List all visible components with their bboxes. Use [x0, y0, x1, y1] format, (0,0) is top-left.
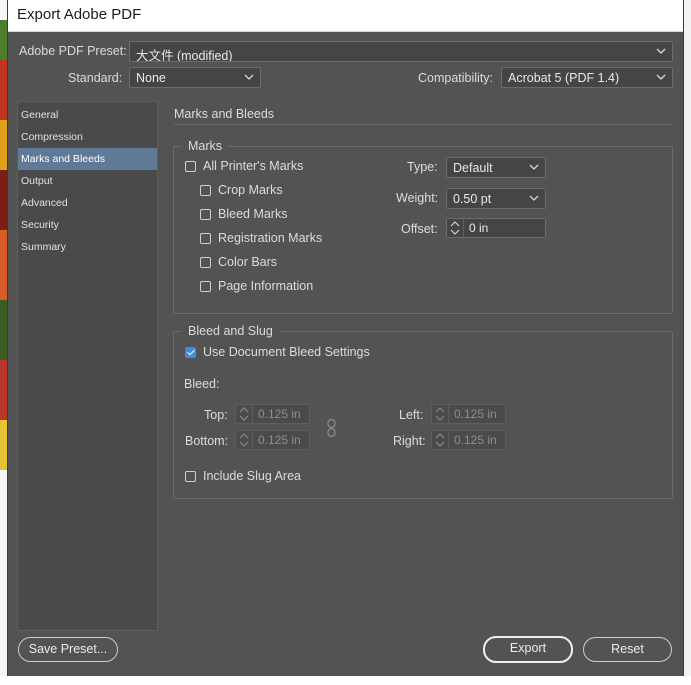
bleed-slug-group-title: Bleed and Slug [182, 324, 279, 338]
sidebar-item-compression[interactable]: Compression [18, 126, 157, 148]
all-printers-marks-checkbox[interactable] [185, 161, 196, 172]
standard-label: Standard: [68, 71, 123, 85]
bleed-label: Bleed: [184, 377, 220, 391]
chevron-down-icon [529, 164, 539, 170]
stepper-arrows-icon [239, 405, 253, 423]
window-title: Export Adobe PDF [17, 6, 142, 23]
background-artwork [0, 0, 8, 685]
standard-value: None [136, 71, 166, 85]
right-label: Right: [393, 434, 426, 448]
type-value: Default [453, 161, 493, 175]
stepper-arrows-icon[interactable] [447, 219, 464, 237]
preset-label: Adobe PDF Preset: [19, 44, 127, 58]
bleed-marks-checkbox[interactable] [200, 209, 211, 220]
bottom-stepper[interactable]: 0.125 in [235, 430, 310, 450]
marks-group-title: Marks [182, 139, 229, 153]
export-pdf-dialog: Export Adobe PDF Adobe PDF Preset: 大文件 (… [8, 0, 683, 685]
page-information-checkbox[interactable] [200, 281, 211, 292]
export-button[interactable]: Export [483, 636, 573, 663]
all-printers-marks-label: All Printer's Marks [203, 159, 304, 173]
use-document-bleed-checkbox[interactable] [185, 347, 196, 358]
sidebar-item-summary[interactable]: Summary [18, 236, 157, 258]
chevron-down-icon [656, 74, 666, 80]
stepper-arrows-icon [239, 431, 253, 449]
title-bar: Export Adobe PDF [8, 0, 683, 32]
marks-group: Marks All Printer's Marks Crop Marks Ble… [173, 139, 673, 314]
bottom-value: 0.125 in [258, 433, 301, 447]
type-select[interactable]: Default [446, 157, 546, 178]
include-slug-checkbox[interactable] [185, 471, 196, 482]
include-slug-label: Include Slug Area [203, 469, 301, 483]
weight-select[interactable]: 0.50 pt [446, 188, 546, 209]
top-value: 0.125 in [258, 407, 301, 421]
offset-stepper[interactable]: 0 in [446, 218, 546, 238]
type-label: Type: [407, 160, 438, 174]
chevron-down-icon [529, 195, 539, 201]
top-stepper[interactable]: 0.125 in [235, 404, 310, 424]
reset-button[interactable]: Reset [583, 637, 672, 662]
save-preset-button[interactable]: Save Preset... [18, 637, 118, 662]
left-stepper[interactable]: 0.125 in [431, 404, 506, 424]
section-title: Marks and Bleeds [174, 107, 275, 121]
sidebar-item-advanced[interactable]: Advanced [18, 192, 157, 214]
sidebar-item-general[interactable]: General [18, 104, 157, 126]
weight-label: Weight: [396, 191, 439, 205]
compatibility-value: Acrobat 5 (PDF 1.4) [508, 71, 620, 85]
stepper-arrows-icon [435, 431, 449, 449]
chevron-down-icon [244, 74, 254, 80]
registration-marks-checkbox[interactable] [200, 233, 211, 244]
offset-label: Offset: [401, 222, 438, 236]
left-value: 0.125 in [454, 407, 497, 421]
weight-value: 0.50 pt [453, 192, 492, 206]
top-label: Top: [204, 408, 228, 422]
bottom-label: Bottom: [185, 434, 229, 448]
right-stepper[interactable]: 0.125 in [431, 430, 506, 450]
crop-marks-checkbox[interactable] [200, 185, 211, 196]
use-document-bleed-label: Use Document Bleed Settings [203, 345, 370, 359]
color-bars-checkbox[interactable] [200, 257, 211, 268]
sidebar: General Compression Marks and Bleeds Out… [17, 101, 158, 631]
standard-select[interactable]: None [129, 67, 261, 88]
preset-value: 大文件 (modified) [136, 49, 233, 62]
sidebar-item-output[interactable]: Output [18, 170, 157, 192]
page-information-label: Page Information [218, 279, 314, 293]
color-bars-label: Color Bars [218, 255, 278, 269]
left-label: Left: [399, 408, 424, 422]
stepper-arrows-icon [435, 405, 449, 423]
chain-link-icon[interactable] [326, 418, 338, 438]
preset-select[interactable]: 大文件 (modified) [129, 41, 673, 62]
chevron-down-icon [656, 48, 666, 54]
offset-value: 0 in [469, 221, 489, 235]
background-artwork-bottom [0, 676, 691, 685]
section-divider [174, 124, 672, 125]
bleed-slug-group: Bleed and Slug Use Document Bleed Settin… [173, 324, 673, 499]
bleed-marks-label: Bleed Marks [218, 207, 288, 221]
sidebar-item-marks-and-bleeds[interactable]: Marks and Bleeds [18, 148, 157, 170]
right-value: 0.125 in [454, 433, 497, 447]
compatibility-label: Compatibility: [418, 71, 494, 85]
sidebar-item-security[interactable]: Security [18, 214, 157, 236]
registration-marks-label: Registration Marks [218, 231, 323, 245]
compatibility-select[interactable]: Acrobat 5 (PDF 1.4) [501, 67, 673, 88]
crop-marks-label: Crop Marks [218, 183, 283, 197]
